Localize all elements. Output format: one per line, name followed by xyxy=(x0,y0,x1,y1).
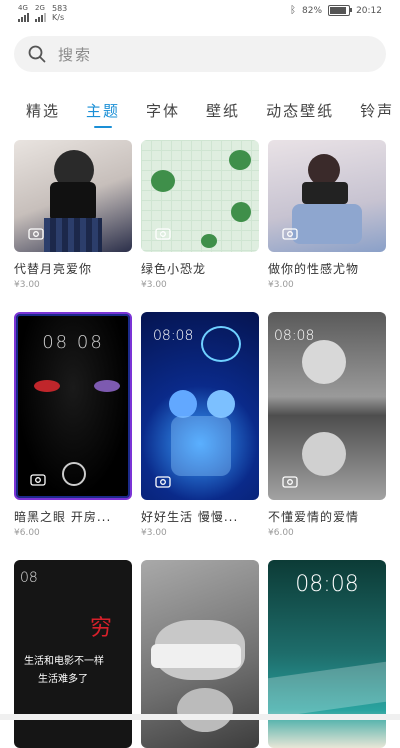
tab-wallpapers[interactable]: 壁纸 xyxy=(206,96,240,126)
preview-icon xyxy=(155,476,171,488)
signal-bars-icon xyxy=(18,12,29,22)
preview-icon xyxy=(30,474,46,486)
theme-thumbnail[interactable]: 08:08 xyxy=(268,312,386,500)
theme-title: 不懂爱情的爱情 xyxy=(268,510,360,524)
network-2g: 2G xyxy=(35,4,45,12)
theme-price: ¥6.00 xyxy=(268,528,294,538)
network-4g: 4G xyxy=(18,4,28,12)
thumb-clock: 08:08 xyxy=(295,572,359,597)
theme-price: ¥3.00 xyxy=(141,280,167,290)
thumb-clock: 08:08 xyxy=(153,328,194,344)
status-bar: 4G 2G 583 K/s ᛒ 82% 20:12 xyxy=(0,0,400,24)
tab-fonts[interactable]: 字体 xyxy=(146,96,180,126)
theme-price: ¥6.00 xyxy=(14,528,40,538)
theme-thumbnail[interactable] xyxy=(141,140,259,252)
preview-icon xyxy=(155,228,171,240)
search-placeholder: 搜索 xyxy=(58,45,93,64)
bottom-bar xyxy=(0,714,400,720)
signal-2: 2G xyxy=(35,4,46,22)
category-tabs: 精选 主题 字体 壁纸 动态壁纸 铃声 视 xyxy=(0,96,400,130)
preview-icon xyxy=(282,228,298,240)
bluetooth-icon: ᛒ xyxy=(290,5,297,16)
signal-1: 4G xyxy=(18,4,29,22)
theme-thumbnail[interactable]: 08:08 xyxy=(141,312,259,500)
theme-card[interactable]: 08 08 暗黑之眼 开房... ¥6.00 xyxy=(14,312,132,538)
theme-title: 代替月亮爱你 xyxy=(14,262,93,276)
theme-thumbnail[interactable] xyxy=(14,140,132,252)
theme-card[interactable]: 做你的性感尤物 ¥3.00 xyxy=(268,140,386,290)
clock-time: 20:12 xyxy=(356,5,382,16)
thumb-clock: 08 08 xyxy=(42,332,104,353)
tab-themes[interactable]: 主题 xyxy=(86,96,120,128)
thumb-overlay-text: 生活和电影不一样 xyxy=(24,656,104,667)
status-left: 4G 2G 583 K/s xyxy=(18,4,67,22)
status-right: ᛒ 82% 20:12 xyxy=(290,5,382,16)
network-speed: 583 K/s xyxy=(52,4,67,22)
theme-card[interactable]: 代替月亮爱你 ¥3.00 xyxy=(14,140,132,290)
tab-ringtones[interactable]: 铃声 xyxy=(360,96,394,126)
thumb-overlay-text: 穷 xyxy=(90,616,113,641)
speed-value: 583 xyxy=(52,4,68,13)
tab-live-wallpapers[interactable]: 动态壁纸 xyxy=(266,96,334,126)
thumb-clock: 08 xyxy=(20,570,38,586)
signal-bars-icon xyxy=(35,12,46,22)
theme-card[interactable]: 08:08 好好生活 慢慢... ¥3.00 xyxy=(141,312,259,538)
theme-title: 绿色小恐龙 xyxy=(141,262,207,276)
theme-price: ¥3.00 xyxy=(141,528,167,538)
search-icon xyxy=(28,45,46,63)
theme-card[interactable]: 绿色小恐龙 ¥3.00 xyxy=(141,140,259,290)
speed-unit: K/s xyxy=(52,13,65,22)
battery-icon xyxy=(328,5,353,16)
battery-percent: 82% xyxy=(302,5,323,16)
theme-title: 做你的性感尤物 xyxy=(268,262,360,276)
theme-thumbnail[interactable] xyxy=(268,140,386,252)
tab-featured[interactable]: 精选 xyxy=(26,96,60,126)
theme-price: ¥3.00 xyxy=(268,280,294,290)
theme-card[interactable]: 08:08 不懂爱情的爱情 ¥6.00 xyxy=(268,312,386,538)
theme-thumbnail[interactable]: 08 08 xyxy=(14,312,132,500)
thumb-overlay-text: 生活难多了 xyxy=(38,674,88,685)
theme-title: 暗黑之眼 开房... xyxy=(14,510,112,524)
theme-price: ¥3.00 xyxy=(14,280,40,290)
preview-icon xyxy=(28,228,44,240)
search-bar[interactable]: 搜索 xyxy=(14,36,386,72)
theme-title: 好好生活 慢慢... xyxy=(141,510,239,524)
preview-icon xyxy=(282,476,298,488)
